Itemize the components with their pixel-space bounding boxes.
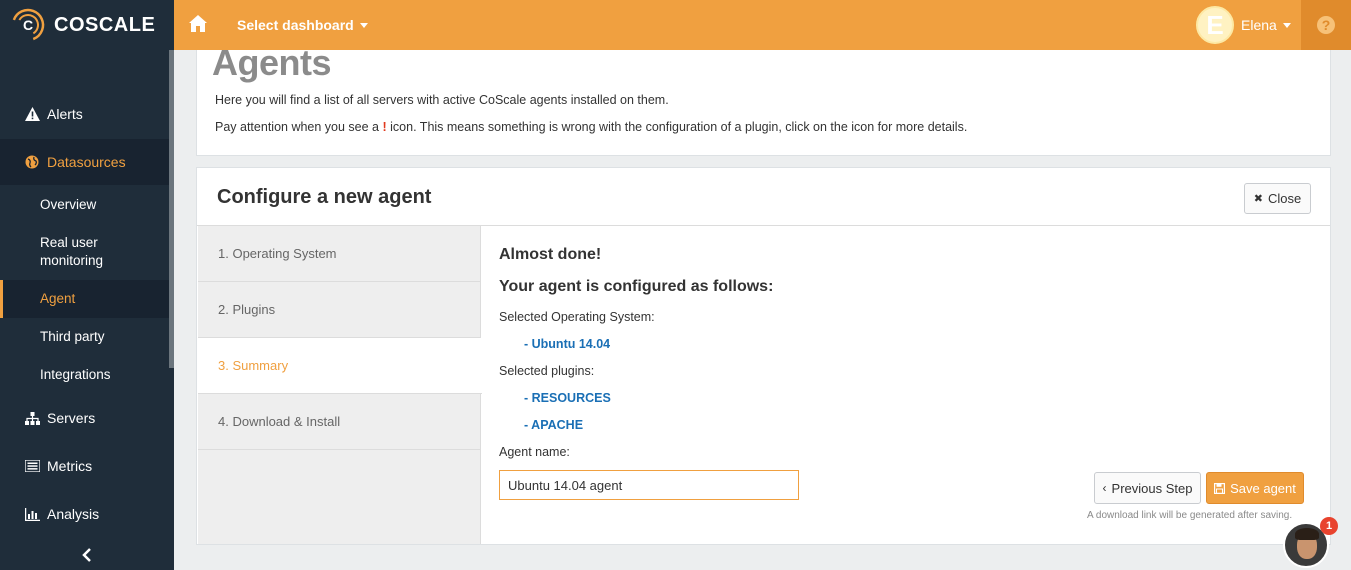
intro-panel: Agents Here you will find a list of all … [196,42,1331,156]
configure-agent-panel: Configure a new agent ✖ Close 1. Operati… [196,167,1331,545]
step-summary[interactable]: 3. Summary [198,338,482,394]
sidebar-item-metrics[interactable]: Metrics [0,443,169,489]
step-label: 3. Summary [218,358,289,373]
os-label: Selected Operating System: [499,310,655,324]
intro-warning-post: icon. This means something is wrong with… [390,120,968,134]
home-button[interactable] [188,14,208,38]
sidebar-subitem-overview[interactable]: Overview [0,186,169,224]
sidebar-collapse-button[interactable] [0,540,174,570]
logo[interactable]: C COSCALE [0,0,174,50]
sidebar-item-label: Alerts [47,106,83,122]
sidebar-item-alerts[interactable]: Alerts [0,91,169,137]
save-icon [1214,482,1226,494]
panel-title: Configure a new agent [217,186,432,208]
close-button-label: Close [1267,191,1302,206]
sidebar-item-label: Analysis [47,506,100,522]
step-label: 1. Operating System [218,246,337,261]
plugin-item: - RESOURCES [524,391,611,405]
bar-chart-icon [24,506,40,522]
previous-step-button[interactable]: ‹ Previous Step [1094,472,1201,504]
svg-text:?: ? [1322,17,1331,33]
step-operating-system[interactable]: 1. Operating System [198,226,481,282]
sidebar-scrollbar[interactable] [169,50,174,368]
download-note: A download link will be generated after … [1087,510,1293,521]
sidebar-item-label: Datasources [47,154,126,170]
top-bar: Select dashboard E Elena ? [174,0,1351,50]
user-menu[interactable]: E Elena [1196,0,1291,50]
chevron-left-icon: ‹ [1102,481,1107,495]
logo-text: COSCALE [54,13,156,36]
close-button[interactable]: ✖ Close [1244,183,1311,214]
intro-text: Here you will find a list of all servers… [215,93,669,107]
os-value: - Ubuntu 14.04 [524,337,611,351]
step-download-install[interactable]: 4. Download & Install [198,394,481,450]
sidebar-subitem-third-party[interactable]: Third party [0,318,169,356]
avatar: E [1196,6,1234,44]
intro-warning-text: Pay attention when you see a ! icon. Thi… [215,120,967,134]
heading-almost-done: Almost done! [499,246,602,263]
sidebar-item-label: Servers [47,410,96,426]
exclamation-icon: ! [382,120,387,134]
plugins-label: Selected plugins: [499,364,595,378]
support-avatar-hair [1295,528,1319,540]
list-icon [24,458,40,474]
wizard-steps: 1. Operating System 2. Plugins 3. Summar… [198,226,482,544]
step-plugins[interactable]: 2. Plugins [198,282,481,338]
globe-icon [24,154,40,170]
warning-icon [24,106,40,122]
save-agent-button[interactable]: Save agent [1206,472,1304,504]
sidebar-subitem-agent[interactable]: Agent [0,280,169,318]
sidebar-subitem-label: Agent [40,291,76,306]
previous-step-label: Previous Step [1111,480,1193,496]
page-title: Agents [212,42,332,83]
agent-name-input[interactable] [499,470,799,500]
plugin-item: - APACHE [524,418,584,432]
chat-notification-badge: 1 [1320,517,1338,535]
intro-warning-pre: Pay attention when you see a [215,120,380,134]
home-icon [189,15,207,32]
question-circle-icon: ? [1317,16,1335,34]
sidebar-subitem-label: Overview [40,197,97,212]
step-label: 2. Plugins [218,302,276,317]
caret-down-icon [1282,22,1291,28]
sidebar-subitem-real-user-monitoring[interactable]: Real user monitoring [0,224,150,280]
agent-name-label: Agent name: [499,445,570,459]
sidebar-item-servers[interactable]: Servers [0,395,169,441]
sidebar-subitem-label: Integrations [40,367,111,382]
help-button[interactable]: ? [1301,0,1351,50]
coscale-logo-icon: C [11,8,45,42]
sidebar-item-datasources[interactable]: Datasources [0,139,169,185]
close-icon: ✖ [1253,193,1263,205]
dashboard-select-label: Select dashboard [237,17,354,33]
chevron-left-icon [82,548,91,562]
sidebar-subitem-integrations[interactable]: Integrations [0,356,169,394]
user-name: Elena [1241,17,1277,33]
sidebar-subitem-label: Third party [40,329,105,344]
sidebar-subitem-label: Real user monitoring [40,235,104,268]
sidebar-item-analysis[interactable]: Analysis [0,491,169,537]
sidebar: C COSCALE Alerts Datasources Overview Re… [0,0,174,570]
step-label: 4. Download & Install [218,414,341,429]
sitemap-icon [24,410,40,426]
sidebar-item-label: Metrics [47,458,93,474]
svg-text:C: C [23,17,33,33]
heading-configured: Your agent is configured as follows: [499,278,774,295]
caret-down-icon [359,22,368,28]
save-agent-label: Save agent [1230,480,1296,496]
